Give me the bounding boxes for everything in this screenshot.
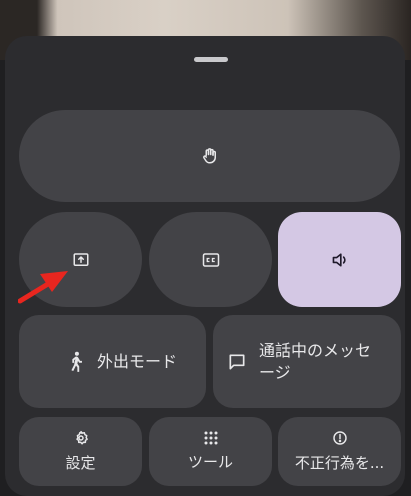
report-abuse-button[interactable]: 不正行為を...	[278, 417, 401, 486]
alert-circle-icon	[332, 430, 348, 446]
present-screen-icon	[72, 251, 90, 269]
grid-dots-icon	[204, 431, 218, 445]
companion-mode-button[interactable]: 外出モード	[19, 315, 206, 408]
tools-label: ツール	[187, 452, 233, 471]
in-call-messages-button[interactable]: 通話中のメッセージ	[213, 315, 401, 408]
companion-mode-label: 外出モード	[97, 351, 178, 371]
raise-hand-button[interactable]	[19, 110, 400, 202]
report-abuse-label: 不正行為を...	[294, 453, 385, 472]
gear-icon	[73, 430, 89, 446]
red-arrow-annotation	[17, 268, 70, 308]
audio-output-button[interactable]	[278, 212, 401, 307]
chat-bubble-icon	[227, 352, 247, 372]
settings-button[interactable]: 設定	[19, 417, 142, 486]
tools-button[interactable]: ツール	[149, 417, 272, 486]
hand-icon	[201, 147, 219, 165]
in-call-messages-label: 通話中のメッセージ	[259, 340, 372, 382]
speaker-icon	[330, 251, 350, 269]
drag-handle[interactable]	[194, 57, 228, 62]
walking-person-icon	[67, 351, 85, 373]
settings-label: 設定	[65, 453, 96, 472]
closed-captions-icon	[202, 252, 220, 268]
captions-button[interactable]	[149, 212, 272, 307]
